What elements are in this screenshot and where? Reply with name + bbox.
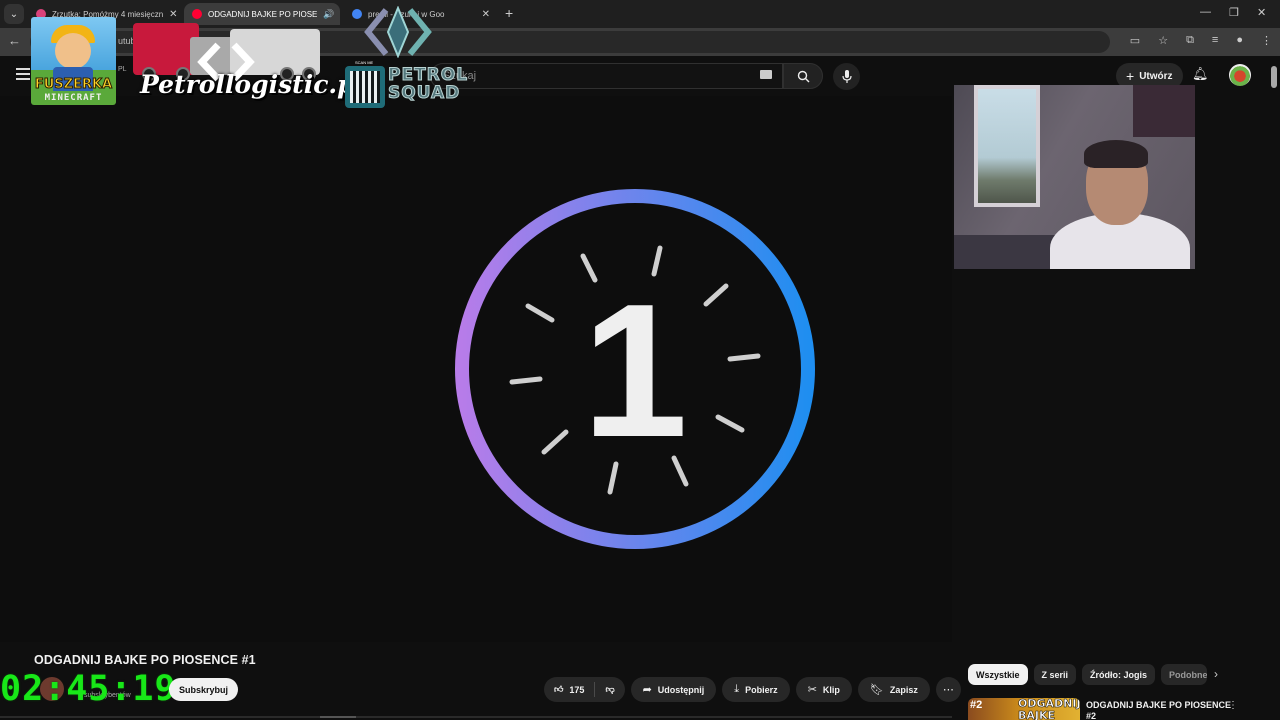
save-label: Zapisz <box>889 684 918 695</box>
like-dislike-group: 👍︎ 175 👎︎ <box>544 677 625 702</box>
petrol-squad-logo: SCAN ME PETROL SQUAD <box>345 60 468 108</box>
google-favicon-icon <box>352 9 362 19</box>
cast-icon[interactable]: ▭ <box>1130 34 1140 47</box>
download-button[interactable]: ⤓ Pobierz <box>722 677 790 702</box>
webcam-poster <box>1133 85 1195 137</box>
fuszerka-text: FUSZERKA <box>34 77 113 93</box>
more-vertical-icon[interactable]: ⋮ <box>1228 700 1238 711</box>
chip-from-series[interactable]: Z serii <box>1033 664 1077 685</box>
create-label: Utwórz <box>1139 70 1173 82</box>
webcam-overlay <box>954 85 1195 269</box>
microphone-icon <box>841 70 852 83</box>
audio-playing-icon[interactable]: 🔊 <box>323 9 334 20</box>
bookmark-icon: 🔖︎ <box>869 684 884 696</box>
thumbnail-number: #2 <box>970 699 983 711</box>
countdown-graphic: 1 <box>455 189 815 549</box>
close-tab-icon[interactable]: ✕ <box>482 9 490 20</box>
minecraft-text: MINECRAFT <box>44 93 103 103</box>
video-player[interactable]: 1 <box>0 96 952 642</box>
keyboard-icon[interactable] <box>760 70 772 79</box>
page-scrollbar[interactable] <box>1271 66 1277 88</box>
webcam-furniture <box>954 235 1064 269</box>
extensions-icon[interactable]: ⧉ <box>1186 34 1194 47</box>
scissors-icon: ✂ <box>807 684 817 696</box>
thumbnail-text: ODGADNIJ BAJKE <box>1018 698 1080 720</box>
tab-search-menu-button[interactable]: ⌄ <box>4 4 24 24</box>
page-divider-mark <box>320 716 356 718</box>
chip-related[interactable]: Podobne <box>1161 664 1208 685</box>
video-action-bar: 👍︎ 175 👎︎ ➦ Udostępnij ⤓ Pobierz ✂ Klip … <box>544 677 961 702</box>
chevron-right-icon[interactable]: › <box>1214 667 1218 681</box>
squad-line1: PETROL <box>387 65 469 85</box>
scan-me-label: SCAN ME <box>355 60 374 65</box>
restore-window-button[interactable]: ❐ <box>1229 6 1239 19</box>
thumbs-up-icon: 👍︎ <box>554 684 564 694</box>
more-actions-button[interactable]: ⋯ <box>935 677 961 702</box>
new-tab-button[interactable]: + <box>505 5 513 21</box>
subscribe-button[interactable]: Subskrybuj <box>169 678 239 701</box>
profile-icon[interactable]: ● <box>1236 34 1243 47</box>
voice-search-button[interactable] <box>833 63 860 90</box>
recommended-video-item[interactable]: #2 ODGADNIJ BAJKE ODGADNIJ BAJKE PO PIOS… <box>968 698 1268 720</box>
share-arrow-icon: ➦ <box>642 684 652 696</box>
streamer-hair <box>1084 140 1148 168</box>
squad-line2: SQUAD <box>387 83 461 103</box>
petrol-squad-text: PETROL SQUAD <box>387 65 469 103</box>
save-button[interactable]: 🔖︎ Zapisz <box>857 677 930 702</box>
recommended-thumbnail[interactable]: #2 ODGADNIJ BAJKE <box>968 698 1080 720</box>
minimize-window-button[interactable]: — <box>1200 6 1211 18</box>
diamond-emblem-icon <box>364 6 432 58</box>
notifications-bell-icon[interactable]: 🔔︎ <box>1192 66 1209 82</box>
more-horizontal-icon: ⋯ <box>942 684 954 696</box>
recommendation-filter-chips: Wszystkie Z serii Źródło: Jogis Podobne <box>968 664 1208 685</box>
countdown-number: 1 <box>582 265 688 477</box>
clip-button[interactable]: ✂ Klip <box>795 677 852 702</box>
stream-timer: 02:45:19 <box>0 669 177 709</box>
plus-icon: + <box>1126 68 1135 84</box>
close-window-button[interactable]: ✕ <box>1257 6 1266 19</box>
fuszerka-minecraft-logo: FUSZERKA MINECRAFT <box>31 17 116 105</box>
dislike-button[interactable]: 👎︎ <box>595 677 624 702</box>
character-face <box>55 33 91 69</box>
browser-menu-icon[interactable]: ⋮ <box>1261 34 1272 47</box>
download-label: Pobierz <box>745 684 778 695</box>
user-avatar[interactable] <box>1229 64 1251 86</box>
share-button[interactable]: ➦ Udostępnij <box>630 677 717 702</box>
search-icon <box>797 70 809 82</box>
reading-list-icon[interactable]: ≡ <box>1212 34 1218 47</box>
thumbs-down-icon: 👎︎ <box>605 684 615 694</box>
share-label: Udostępnij <box>657 684 705 695</box>
clip-label: Klip <box>822 684 840 695</box>
back-arrow-icon[interactable]: ← <box>8 33 21 48</box>
recommended-title[interactable]: ODGADNIJ BAJKE PO PIOSENCE #2 <box>1086 700 1236 720</box>
chip-all[interactable]: Wszystkie <box>968 664 1028 685</box>
qr-code-image <box>345 66 385 108</box>
search-input[interactable]: Szukaj <box>430 63 783 89</box>
country-code: PL <box>118 66 127 73</box>
search-button[interactable] <box>783 63 823 89</box>
petrollogistic-text: Petrollogistic.pl <box>140 70 365 99</box>
like-button[interactable]: 👍︎ 175 <box>544 677 594 702</box>
chip-source-jogis[interactable]: Źródło: Jogis <box>1082 664 1156 685</box>
petrollogistic-logo: Petrollogistic.pl <box>130 15 364 108</box>
page-divider <box>0 716 952 718</box>
like-count: 175 <box>569 684 585 695</box>
download-icon: ⤓ <box>734 683 740 695</box>
video-title: ODGADNIJ BAJKE PO PIOSENCE #1 <box>34 653 256 667</box>
menu-hamburger-icon[interactable] <box>16 68 30 80</box>
webcam-window-background <box>974 85 1040 207</box>
toolbar-icons: ▭ ☆ ⧉ ≡ ● ⋮ <box>1130 34 1272 47</box>
bookmark-star-icon[interactable]: ☆ <box>1158 34 1168 47</box>
